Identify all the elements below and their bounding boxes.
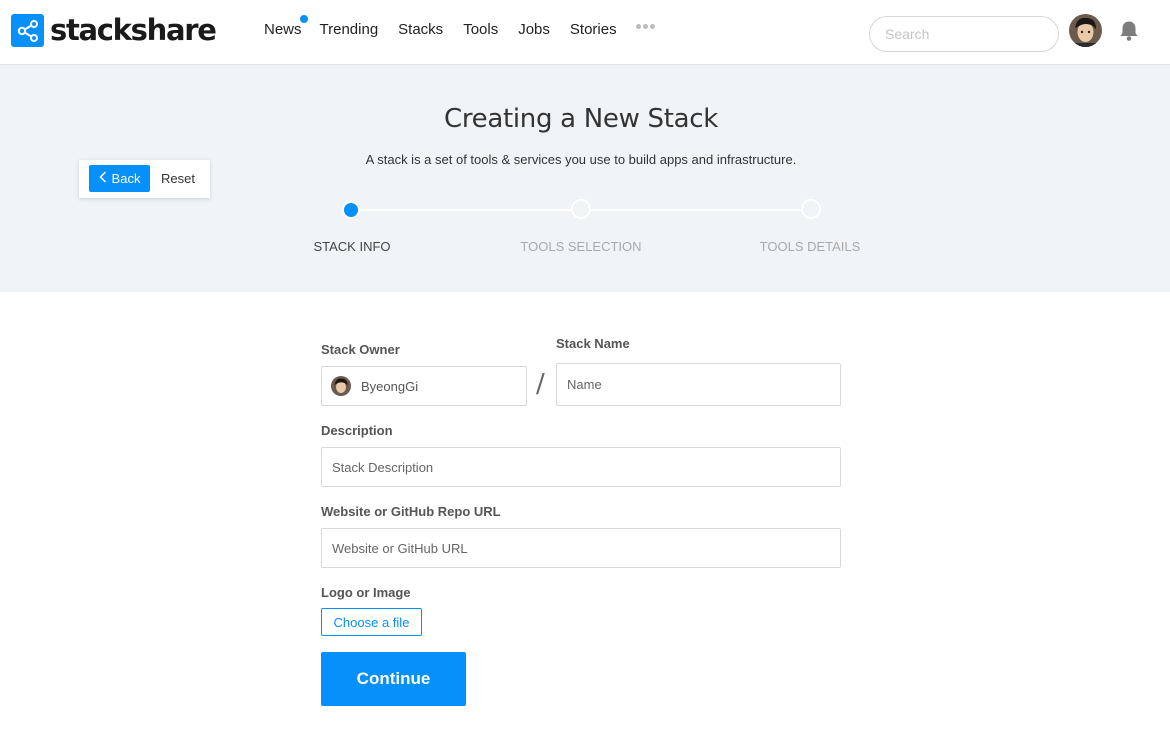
website-url-label: Website or GitHub Repo URL	[321, 504, 501, 519]
share-nodes-icon	[11, 14, 44, 47]
hero-section: Creating a New Stack A stack is a set of…	[0, 65, 1170, 292]
nav-item-trending[interactable]: Trending	[320, 20, 379, 40]
continue-button[interactable]: Continue	[321, 652, 466, 706]
website-url-input[interactable]	[321, 528, 841, 568]
notification-dot	[299, 15, 308, 23]
step-label-stack-info: STACK INFO	[313, 239, 391, 254]
back-reset-toolbar: Back Reset	[79, 160, 210, 198]
top-header: stackshare News Trending Stacks Tools Jo…	[0, 0, 1170, 65]
chevron-left-icon	[98, 171, 107, 186]
more-dots-icon[interactable]	[636, 24, 655, 29]
choose-file-button[interactable]: Choose a file	[321, 608, 422, 636]
description-label: Description	[321, 423, 393, 438]
step-label-tools-selection: TOOLS SELECTION	[520, 239, 642, 254]
nav-item-stacks[interactable]: Stacks	[398, 20, 443, 40]
reset-button[interactable]: Reset	[161, 171, 195, 186]
nav-item-label: Stacks	[398, 21, 444, 38]
step-label-tools-details: TOOLS DETAILS	[759, 239, 861, 254]
avatar	[331, 376, 351, 396]
nav-item-label: Jobs	[518, 21, 550, 38]
nav-item-label: Stories	[569, 21, 617, 38]
page-title: Creating a New Stack	[443, 104, 719, 134]
nav-item-label: Trending	[319, 21, 379, 38]
stack-name-label: Stack Name	[556, 336, 630, 351]
back-button[interactable]: Back	[89, 165, 150, 192]
back-button-label: Back	[111, 171, 141, 186]
step-dot-tools-details	[801, 199, 821, 219]
brand-logo[interactable]: stackshare	[11, 13, 217, 47]
nav-item-label: News	[264, 21, 302, 38]
owner-name-separator: /	[536, 369, 545, 399]
nav-item-stories[interactable]: Stories	[570, 20, 617, 40]
avatar[interactable]	[1069, 14, 1102, 47]
nav-item-jobs[interactable]: Jobs	[518, 20, 550, 40]
search-input[interactable]	[869, 16, 1059, 52]
nav-item-news[interactable]: News	[264, 15, 308, 40]
stack-owner-value: ByeongGi	[361, 378, 419, 394]
step-dot-tools-selection	[571, 199, 591, 219]
stack-owner-select[interactable]: ByeongGi	[321, 366, 527, 406]
logo-image-label: Logo or Image	[321, 585, 411, 600]
stack-name-input[interactable]	[556, 363, 841, 406]
nav-item-tools[interactable]: Tools	[463, 20, 498, 40]
bell-icon[interactable]	[1119, 20, 1139, 42]
step-dot-stack-info	[342, 201, 360, 219]
brand-name: stackshare	[50, 13, 217, 47]
stack-owner-label: Stack Owner	[321, 342, 400, 357]
nav-item-label: Tools	[463, 21, 499, 38]
description-input[interactable]	[321, 447, 841, 487]
main-nav: News Trending Stacks Tools Jobs Stories	[264, 15, 637, 40]
